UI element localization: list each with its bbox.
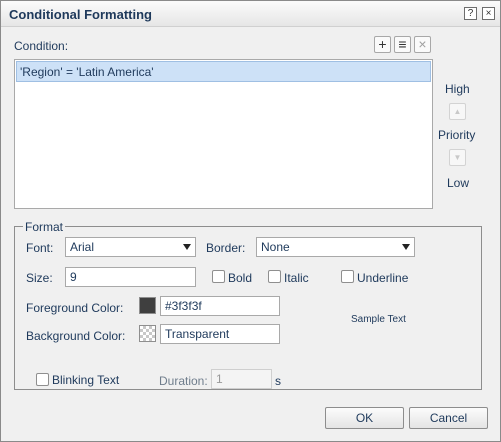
font-select[interactable]: Arial (65, 237, 196, 257)
format-legend: Format (23, 220, 66, 234)
background-color-swatch[interactable] (139, 325, 156, 342)
italic-checkbox[interactable] (268, 270, 281, 283)
sample-text-preview: Sample Text (351, 314, 406, 325)
foreground-color-swatch[interactable] (139, 297, 156, 314)
title-bar: Conditional Formatting ? × (1, 1, 500, 27)
edit-condition-button[interactable]: ≡ (394, 36, 411, 53)
help-button[interactable]: ? (464, 7, 477, 20)
bold-checkbox[interactable] (212, 270, 225, 283)
arrow-up-icon: ▲ (453, 107, 462, 116)
priority-high-label: High (445, 82, 470, 96)
duration-label: Duration: (159, 374, 208, 388)
condition-label: Condition: (14, 39, 69, 53)
priority-down-button[interactable]: ▼ (449, 149, 466, 166)
background-color-label: Background Color: (26, 329, 126, 343)
delete-condition-button[interactable]: × (414, 36, 431, 53)
font-label: Font: (26, 241, 54, 255)
italic-label: Italic (284, 271, 309, 285)
condition-list[interactable]: 'Region' = 'Latin America' (14, 59, 433, 209)
duration-input[interactable]: 1 (211, 369, 272, 389)
add-condition-button[interactable]: + (374, 36, 391, 53)
background-color-input[interactable]: Transparent (160, 324, 280, 344)
border-label: Border: (206, 241, 246, 255)
blinking-text-label: Blinking Text (52, 373, 120, 387)
cancel-button[interactable]: Cancel (409, 407, 488, 429)
chevron-down-icon (183, 244, 191, 250)
priority-low-label: Low (447, 176, 470, 190)
priority-label: Priority (438, 128, 476, 142)
size-input[interactable]: 9 (65, 267, 196, 287)
bold-label: Bold (228, 271, 253, 285)
size-label: Size: (26, 271, 53, 285)
conditional-formatting-dialog: Conditional Formatting ? × Condition: + … (0, 0, 501, 442)
underline-checkbox[interactable] (341, 270, 354, 283)
border-select[interactable]: None (256, 237, 415, 257)
underline-label: Underline (357, 271, 409, 285)
close-button[interactable]: × (482, 7, 495, 20)
edit-list-icon: ≡ (398, 36, 407, 52)
delete-icon: × (418, 36, 427, 52)
chevron-down-icon (402, 244, 410, 250)
list-item[interactable]: 'Region' = 'Latin America' (16, 61, 431, 82)
duration-unit: s (275, 374, 281, 388)
plus-icon: + (378, 36, 387, 52)
priority-up-button[interactable]: ▲ (449, 103, 466, 120)
border-value: None (261, 240, 290, 254)
dialog-title: Conditional Formatting (9, 7, 152, 22)
foreground-color-input[interactable]: #3f3f3f (160, 296, 280, 316)
ok-button[interactable]: OK (325, 407, 404, 429)
arrow-down-icon: ▼ (453, 153, 462, 162)
font-value: Arial (70, 240, 95, 254)
foreground-color-label: Foreground Color: (26, 301, 124, 315)
blinking-text-checkbox[interactable] (36, 373, 49, 386)
